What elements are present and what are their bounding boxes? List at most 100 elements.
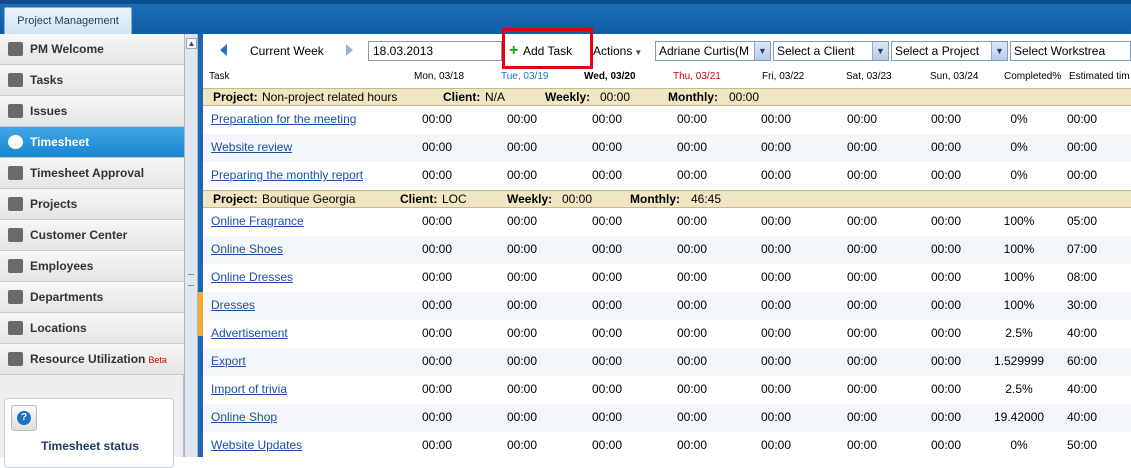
sidebar-item-issues[interactable]: Issues (0, 96, 184, 127)
hours-cell[interactable]: 00:00 (847, 270, 877, 284)
hours-cell[interactable]: 00:00 (422, 382, 452, 396)
hours-cell[interactable]: 00:00 (592, 270, 622, 284)
hours-cell[interactable]: 00:00 (931, 140, 961, 154)
task-link[interactable]: Online Dresses (211, 270, 293, 284)
column-header-sun[interactable]: Sun, 03/24 (930, 71, 978, 82)
hours-cell[interactable]: 00:00 (507, 326, 537, 340)
hours-cell[interactable]: 00:00 (677, 242, 707, 256)
hours-cell[interactable]: 00:00 (422, 326, 452, 340)
sidebar-item-tasks[interactable]: Tasks (0, 65, 184, 96)
column-header-estimated[interactable]: Estimated tim (1069, 71, 1130, 82)
task-link[interactable]: Online Shop (211, 410, 277, 424)
hours-cell[interactable]: 00:00 (422, 242, 452, 256)
hours-cell[interactable]: 00:00 (422, 214, 452, 228)
hours-cell[interactable]: 00:00 (422, 438, 452, 452)
hours-cell[interactable]: 00:00 (422, 298, 452, 312)
hours-cell[interactable]: 00:00 (592, 382, 622, 396)
column-header-wed[interactable]: Wed, 03/20 (584, 71, 636, 82)
hours-cell[interactable]: 00:00 (931, 382, 961, 396)
hours-cell[interactable]: 00:00 (507, 270, 537, 284)
hours-cell[interactable]: 00:00 (422, 112, 452, 126)
hours-cell[interactable]: 00:00 (677, 140, 707, 154)
hours-cell[interactable]: 00:00 (847, 112, 877, 126)
sidebar-item-employees[interactable]: Employees (0, 251, 184, 282)
hours-cell[interactable]: 00:00 (592, 410, 622, 424)
column-header-task[interactable]: Task (209, 71, 230, 82)
hours-cell[interactable]: 00:00 (592, 242, 622, 256)
task-link[interactable]: Export (211, 354, 246, 368)
date-field[interactable]: 18.03.2013 (368, 41, 502, 61)
hours-cell[interactable]: 00:00 (931, 438, 961, 452)
hours-cell[interactable]: 00:00 (592, 354, 622, 368)
hours-cell[interactable]: 00:00 (422, 410, 452, 424)
chevron-down-icon[interactable]: ▼ (754, 42, 770, 60)
hours-cell[interactable]: 00:00 (507, 410, 537, 424)
hours-cell[interactable]: 00:00 (761, 382, 791, 396)
hours-cell[interactable]: 00:00 (507, 112, 537, 126)
hours-cell[interactable]: 00:00 (761, 298, 791, 312)
hours-cell[interactable]: 00:00 (677, 168, 707, 182)
column-header-sat[interactable]: Sat, 03/23 (846, 71, 892, 82)
sidebar-item-timesheet-approval[interactable]: Timesheet Approval (0, 158, 184, 189)
hours-cell[interactable]: 00:00 (847, 354, 877, 368)
hours-cell[interactable]: 00:00 (507, 354, 537, 368)
hours-cell[interactable]: 00:00 (847, 242, 877, 256)
hours-cell[interactable]: 00:00 (422, 168, 452, 182)
help-icon[interactable]: ? (11, 405, 37, 431)
hours-cell[interactable]: 00:00 (761, 326, 791, 340)
task-link[interactable]: Advertisement (211, 326, 288, 340)
hours-cell[interactable]: 00:00 (761, 214, 791, 228)
sidebar-item-resource-utilization[interactable]: Resource Utilization Beta (0, 344, 184, 375)
sidebar-item-locations[interactable]: Locations (0, 313, 184, 344)
actions-menu[interactable]: Actions ▼ (593, 41, 642, 61)
hours-cell[interactable]: 00:00 (592, 140, 622, 154)
hours-cell[interactable]: 00:00 (507, 242, 537, 256)
hours-cell[interactable]: 00:00 (761, 354, 791, 368)
task-link[interactable]: Website review (211, 140, 292, 154)
splitter-grip-icon[interactable] (188, 274, 194, 286)
column-header-mon[interactable]: Mon, 03/18 (414, 71, 464, 82)
sidebar-item-departments[interactable]: Departments (0, 282, 184, 313)
chevron-down-icon[interactable]: ▼ (991, 42, 1007, 60)
hours-cell[interactable]: 00:00 (931, 298, 961, 312)
hours-cell[interactable]: 00:00 (592, 326, 622, 340)
hours-cell[interactable]: 00:00 (507, 438, 537, 452)
task-link[interactable]: Dresses (211, 298, 255, 312)
hours-cell[interactable]: 00:00 (931, 214, 961, 228)
hours-cell[interactable]: 00:00 (761, 270, 791, 284)
hours-cell[interactable]: 00:00 (931, 410, 961, 424)
hours-cell[interactable]: 00:00 (677, 214, 707, 228)
hours-cell[interactable]: 00:00 (847, 168, 877, 182)
add-task-button[interactable]: + Add Task (509, 41, 572, 61)
task-link[interactable]: Online Fragrance (211, 214, 304, 228)
hours-cell[interactable]: 00:00 (847, 140, 877, 154)
hours-cell[interactable]: 00:00 (592, 112, 622, 126)
hours-cell[interactable]: 00:00 (931, 168, 961, 182)
hours-cell[interactable]: 00:00 (761, 168, 791, 182)
task-link[interactable]: Preparing the monthly report (211, 168, 363, 182)
scroll-up-icon[interactable]: ▲ (186, 38, 197, 49)
hours-cell[interactable]: 00:00 (422, 140, 452, 154)
tab-project-management[interactable]: Project Management (4, 7, 132, 34)
hours-cell[interactable]: 00:00 (677, 354, 707, 368)
hours-cell[interactable]: 00:00 (507, 168, 537, 182)
hours-cell[interactable]: 00:00 (847, 410, 877, 424)
column-header-tue[interactable]: Tue, 03/19 (501, 71, 548, 82)
hours-cell[interactable]: 00:00 (677, 326, 707, 340)
column-header-thu[interactable]: Thu, 03/21 (673, 71, 721, 82)
task-link[interactable]: Preparation for the meeting (211, 112, 356, 126)
column-header-completed[interactable]: Completed% (1004, 71, 1061, 82)
sidebar-item-projects[interactable]: Projects (0, 189, 184, 220)
hours-cell[interactable]: 00:00 (931, 112, 961, 126)
hours-cell[interactable]: 00:00 (761, 410, 791, 424)
hours-cell[interactable]: 00:00 (847, 382, 877, 396)
sidebar-item-timesheet[interactable]: Timesheet (0, 127, 184, 158)
hours-cell[interactable]: 00:00 (592, 438, 622, 452)
previous-week-arrow-icon[interactable] (220, 44, 227, 56)
hours-cell[interactable]: 00:00 (677, 112, 707, 126)
hours-cell[interactable]: 00:00 (847, 214, 877, 228)
next-week-arrow-icon[interactable] (346, 44, 353, 56)
hours-cell[interactable]: 00:00 (677, 382, 707, 396)
hours-cell[interactable]: 00:00 (761, 112, 791, 126)
task-link[interactable]: Website Updates (211, 438, 302, 452)
